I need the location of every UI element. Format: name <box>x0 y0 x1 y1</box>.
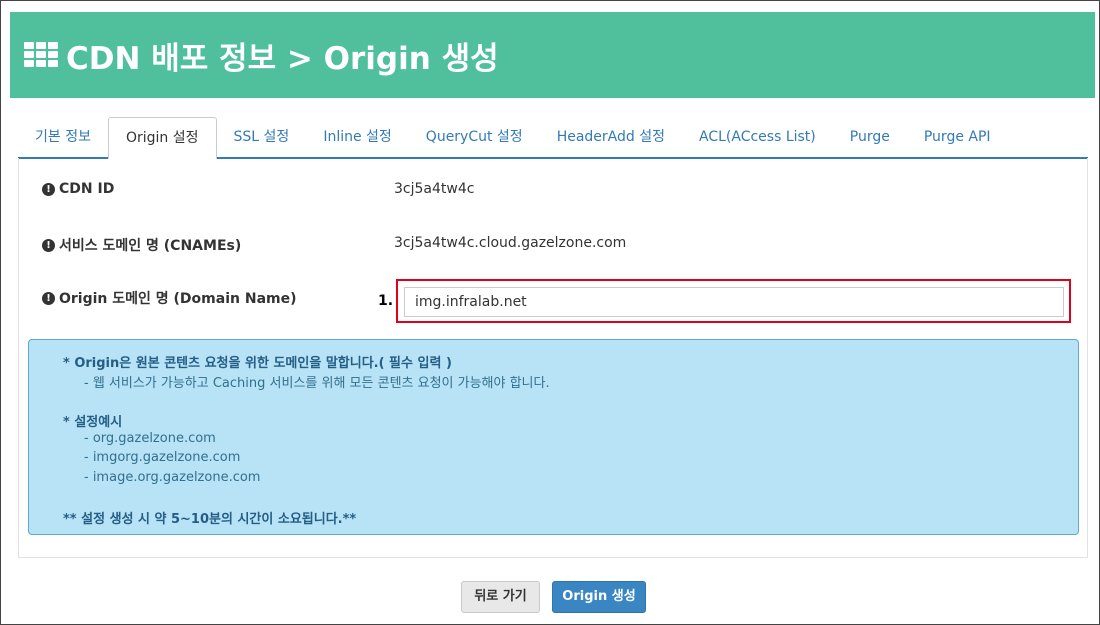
cdn-id-label-text: CDN ID <box>59 181 115 197</box>
tab-ssl-settings[interactable]: SSL 설정 <box>217 117 307 157</box>
tab-inline-settings[interactable]: Inline 설정 <box>306 117 408 157</box>
cdn-id-value: 3cj5a4tw4c <box>394 181 475 197</box>
info-icon: ! <box>42 238 55 252</box>
tab-bar: 기본 정보 Origin 설정 SSL 설정 Inline 설정 QueryCu… <box>18 117 1088 159</box>
cname-label-text: 서비스 도메인 명 (CNAMEs) <box>59 238 242 254</box>
notice-line-example-heading: * 설정예시 <box>63 415 123 430</box>
tab-basic-info[interactable]: 기본 정보 <box>18 117 108 157</box>
tab-purge[interactable]: Purge <box>833 117 907 157</box>
tab-acl[interactable]: ACL(ACcess List) <box>682 117 833 157</box>
tab-purge-api[interactable]: Purge API <box>907 117 1008 157</box>
notice-line-time: ** 설정 생성 시 약 5~10분의 시간이 소요됩니다.** <box>63 512 357 527</box>
info-icon: ! <box>42 182 55 196</box>
back-button[interactable]: 뒤로 가기 <box>461 581 540 613</box>
tab-querycut-settings[interactable]: QueryCut 설정 <box>409 117 540 157</box>
notice-example-item: - org.gazelzone.com <box>84 431 216 446</box>
cdn-id-label: ! CDN ID <box>42 181 114 197</box>
create-origin-button[interactable]: Origin 생성 <box>552 581 646 613</box>
cname-value: 3cj5a4tw4c.cloud.gazelzone.com <box>394 235 627 251</box>
origin-domain-label-text: Origin 도메인 명 (Domain Name) <box>59 291 297 307</box>
footer-divider <box>18 557 1088 558</box>
page-header: CDN 배포 정보 > Origin 생성 <box>10 12 1095 98</box>
page-frame: CDN 배포 정보 > Origin 생성 기본 정보 Origin 설정 SS… <box>0 0 1100 625</box>
notice-example-item: - image.org.gazelzone.com <box>84 470 261 485</box>
page-title: CDN 배포 정보 > Origin 생성 <box>66 40 499 77</box>
origin-domain-input[interactable] <box>404 287 1064 317</box>
notice-line-description: - 웹 서비스가 가능하고 Caching 서비스를 위해 모든 콘텐츠 요청이… <box>84 376 550 391</box>
origin-domain-label: ! Origin 도메인 명 (Domain Name) <box>42 288 297 308</box>
notice-line-required: * Origin은 원본 콘텐츠 요청을 위한 도메인을 말합니다.( 필수 입… <box>63 356 452 371</box>
tab-headeradd-settings[interactable]: HeaderAdd 설정 <box>540 117 682 157</box>
info-notice-box: * Origin은 원본 콘텐츠 요청을 위한 도메인을 말합니다.( 필수 입… <box>28 339 1079 535</box>
step-number: 1. <box>378 293 394 309</box>
info-icon: ! <box>42 291 55 305</box>
cname-label: ! 서비스 도메인 명 (CNAMEs) <box>42 235 241 255</box>
grid-icon <box>24 42 58 68</box>
tab-origin-settings[interactable]: Origin 설정 <box>107 117 217 159</box>
notice-example-item: - imgorg.gazelzone.com <box>84 450 241 465</box>
